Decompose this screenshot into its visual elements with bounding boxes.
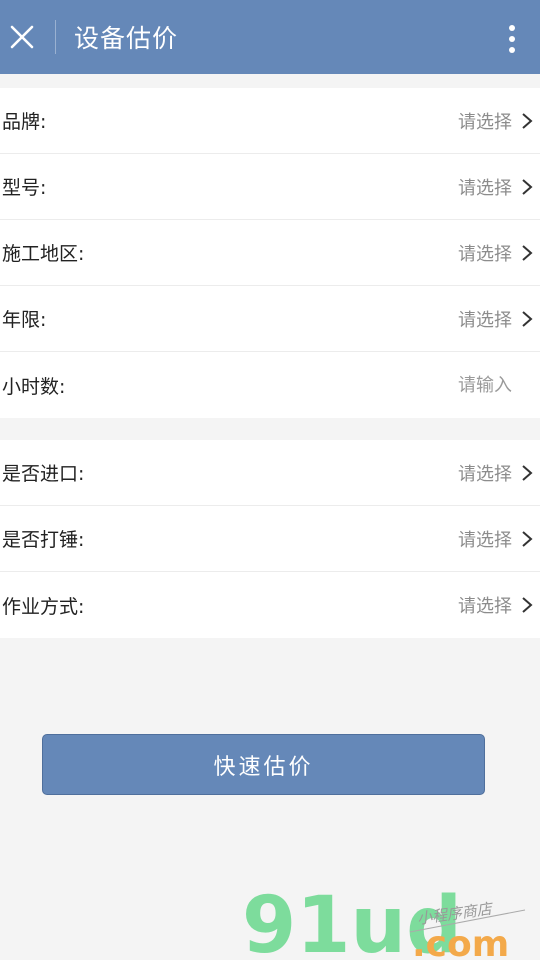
page-title: 设备估价	[74, 24, 179, 53]
form-group-extra: 是否进口: 请选择 是否打锤: 请选择 作业方式: 请选择	[0, 440, 540, 638]
app-root: 设备估价 品牌: 请选择 型号: 请选择 施工地区: 请选择 年限: 请选择 小…	[0, 0, 540, 960]
chevron-right-icon	[522, 179, 533, 195]
chevron-right-icon	[522, 465, 533, 481]
close-button[interactable]	[0, 0, 44, 74]
row-value: 请选择	[458, 463, 512, 485]
chevron-right-icon	[522, 311, 533, 327]
watermark-domain: .com	[412, 924, 509, 960]
row-label: 年限:	[2, 309, 47, 331]
row-value: 请选择	[458, 529, 512, 551]
row-value: 请选择	[458, 243, 512, 265]
more-vertical-icon	[509, 25, 515, 53]
row-label: 是否进口:	[2, 463, 85, 485]
row-hammer[interactable]: 是否打锤: 请选择	[0, 506, 540, 572]
row-label: 作业方式:	[2, 595, 85, 618]
form-group-basic: 品牌: 请选择 型号: 请选择 施工地区: 请选择 年限: 请选择 小时数: 请…	[0, 88, 540, 418]
row-value: 请选择	[458, 596, 512, 617]
row-years[interactable]: 年限: 请选择	[0, 286, 540, 352]
row-label: 是否打锤:	[2, 529, 85, 551]
chevron-right-icon	[522, 245, 533, 261]
watermark-logo: 91ud .com 小程序商店	[242, 881, 526, 960]
row-imported[interactable]: 是否进口: 请选择	[0, 440, 540, 506]
header-divider	[55, 20, 56, 54]
row-model[interactable]: 型号: 请选择	[0, 154, 540, 220]
chevron-right-icon	[522, 113, 533, 129]
header-bar: 设备估价	[0, 0, 540, 74]
row-label: 小时数:	[2, 375, 66, 398]
chevron-right-icon	[522, 531, 533, 547]
row-region[interactable]: 施工地区: 请选择	[0, 220, 540, 286]
more-button[interactable]	[502, 22, 522, 56]
chevron-right-icon	[522, 597, 533, 613]
row-work-mode[interactable]: 作业方式: 请选择	[0, 572, 540, 638]
row-value: 请选择	[458, 177, 512, 199]
row-value: 请选择	[458, 309, 512, 331]
close-icon	[10, 25, 34, 49]
hours-input[interactable]	[392, 374, 512, 396]
row-hours: 小时数:	[0, 352, 540, 418]
row-label: 品牌:	[2, 111, 47, 133]
row-value: 请选择	[458, 111, 512, 133]
quick-quote-button[interactable]: 快速估价	[42, 734, 485, 795]
row-label: 施工地区:	[2, 243, 85, 265]
row-label: 型号:	[2, 177, 47, 199]
row-brand[interactable]: 品牌: 请选择	[0, 88, 540, 154]
